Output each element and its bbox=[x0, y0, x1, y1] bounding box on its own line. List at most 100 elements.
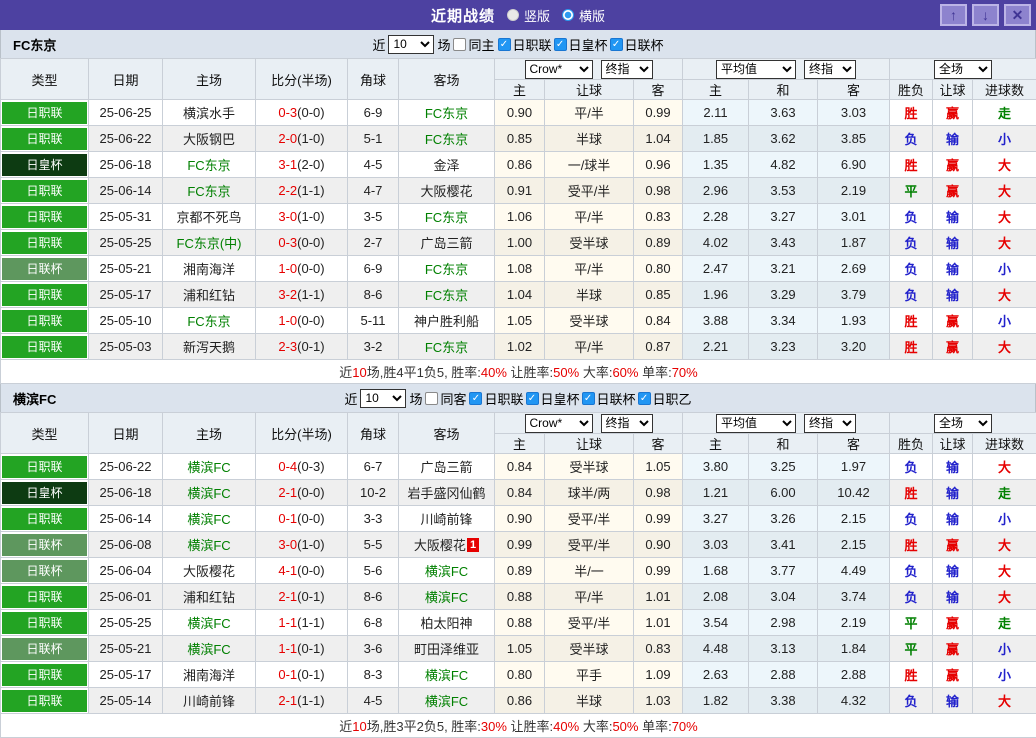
same-venue-checkbox[interactable]: 同主 bbox=[453, 35, 494, 54]
league-checkbox[interactable]: ✓日职联 bbox=[469, 389, 523, 408]
result-goals-cell: 小 bbox=[973, 636, 1036, 662]
corners-cell: 10-2 bbox=[348, 480, 399, 506]
avg-away-odds-cell: 2.15 bbox=[818, 532, 890, 558]
score-cell: 1-1(1-1) bbox=[256, 610, 348, 636]
away-team-cell: 町田泽维亚 bbox=[399, 636, 495, 662]
score-cell: 3-0(1-0) bbox=[256, 204, 348, 230]
full-time-score: 0-3 bbox=[278, 105, 297, 120]
match-row: 日联杯25-05-21湘南海洋1-0(0-0)6-9FC东京1.08平/半0.8… bbox=[1, 256, 1036, 282]
layout-radio-vertical[interactable]: 竖版 bbox=[507, 6, 550, 25]
checkbox-icon[interactable]: ✓ bbox=[638, 392, 651, 405]
odds-time-select[interactable]: 终指 bbox=[601, 60, 653, 79]
league-checkbox[interactable]: ✓日联杯 bbox=[582, 389, 636, 408]
average-time-select[interactable]: 终指 bbox=[804, 414, 856, 433]
result-handicap-cell: 赢 bbox=[933, 100, 973, 126]
radio-unselected-icon[interactable] bbox=[507, 9, 519, 21]
move-up-button[interactable]: ↑ bbox=[940, 4, 967, 26]
avg-away-odds-cell: 3.79 bbox=[818, 282, 890, 308]
league-checkbox[interactable]: ✓日皇杯 bbox=[526, 389, 580, 408]
summary-text: 近10场,胜4平1负5, 胜率:40% 让胜率:50% 大率:60% 单率:70… bbox=[1, 360, 1036, 384]
half-time-score: (0-1) bbox=[297, 667, 324, 682]
scope-select[interactable]: 全场 bbox=[934, 60, 992, 79]
move-down-button[interactable]: ↓ bbox=[972, 4, 999, 26]
recent-count-select[interactable]: 10 bbox=[360, 389, 406, 408]
crow-home-odds-cell: 0.84 bbox=[495, 454, 545, 480]
type-cell: 日职联 bbox=[1, 454, 89, 480]
checkbox-icon[interactable]: ✓ bbox=[582, 392, 595, 405]
crow-handicap-cell: 平手 bbox=[545, 662, 634, 688]
recent-count-select[interactable]: 10 bbox=[388, 35, 434, 54]
match-row: 日职联25-06-22大阪钢巴2-0(1-0)5-1FC东京0.85半球1.04… bbox=[1, 126, 1036, 152]
checkbox-icon[interactable]: ✓ bbox=[526, 392, 539, 405]
layout-radio-horizontal[interactable]: 横版 bbox=[562, 6, 605, 25]
league-checkbox-label: 日皇杯 bbox=[541, 389, 580, 408]
crow-handicap-cell: 半球 bbox=[545, 688, 634, 714]
scope-select[interactable]: 全场 bbox=[934, 414, 992, 433]
league-checkbox[interactable]: ✓日皇杯 bbox=[554, 35, 608, 54]
score-cell: 2-0(1-0) bbox=[256, 126, 348, 152]
filters: 近 10 场 同主 ✓日职联✓日皇杯✓日联杯 bbox=[372, 35, 663, 54]
average-time-select[interactable]: 终指 bbox=[804, 60, 856, 79]
sub-header-wdl: 胜负 bbox=[890, 434, 933, 454]
close-button[interactable]: ✕ bbox=[1004, 4, 1031, 26]
crow-handicap-cell: 受半球 bbox=[545, 308, 634, 334]
sub-header-odds-away: 客 bbox=[634, 434, 683, 454]
average-select[interactable]: 平均值 bbox=[716, 60, 796, 79]
match-row: 日职联25-05-14川崎前锋2-1(1-1)4-5横滨FC0.86半球1.03… bbox=[1, 688, 1036, 714]
result-wdl-cell: 胜 bbox=[890, 662, 933, 688]
home-team-cell: FC东京 bbox=[163, 308, 256, 334]
sub-header-avg-home: 主 bbox=[683, 434, 749, 454]
summary-segment: 40% bbox=[553, 719, 579, 734]
full-time-score: 0-3 bbox=[278, 235, 297, 250]
result-goals-cell: 大 bbox=[973, 230, 1036, 256]
summary-segment: 大率: bbox=[579, 365, 612, 380]
same-venue-label: 同主 bbox=[468, 35, 494, 54]
near-label: 近 bbox=[344, 389, 357, 408]
odds-time-select[interactable]: 终指 bbox=[601, 414, 653, 433]
date-cell: 25-06-25 bbox=[89, 100, 163, 126]
league-checkbox[interactable]: ✓日职乙 bbox=[638, 389, 692, 408]
checkbox-icon[interactable]: ✓ bbox=[469, 392, 482, 405]
summary-segment: 单率: bbox=[638, 719, 671, 734]
result-goals-cell: 大 bbox=[973, 334, 1036, 360]
radio-selected-icon[interactable] bbox=[562, 9, 574, 21]
full-time-score: 3-0 bbox=[278, 537, 297, 552]
layout-horizontal-label: 横版 bbox=[579, 6, 605, 25]
league-checkbox[interactable]: ✓日联杯 bbox=[610, 35, 664, 54]
league-type-badge: 日联杯 bbox=[2, 560, 87, 582]
league-type-badge: 日联杯 bbox=[2, 638, 87, 660]
avg-draw-odds-cell: 3.27 bbox=[749, 204, 818, 230]
crow-home-odds-cell: 1.04 bbox=[495, 282, 545, 308]
odds-company-select[interactable]: Crow* bbox=[525, 60, 593, 79]
col-header-home: 主场 bbox=[163, 413, 256, 454]
checkbox-icon[interactable] bbox=[425, 392, 438, 405]
corners-cell: 6-9 bbox=[348, 100, 399, 126]
away-team-name: 广岛三箭 bbox=[420, 460, 472, 475]
avg-home-odds-cell: 2.08 bbox=[683, 584, 749, 610]
checkbox-icon[interactable]: ✓ bbox=[498, 38, 511, 51]
half-time-score: (2-0) bbox=[297, 157, 324, 172]
sub-header-goals: 进球数 bbox=[973, 434, 1036, 454]
odds-company-select[interactable]: Crow* bbox=[525, 414, 593, 433]
avg-home-odds-cell: 3.80 bbox=[683, 454, 749, 480]
type-cell: 日职联 bbox=[1, 688, 89, 714]
avg-away-odds-cell: 4.49 bbox=[818, 558, 890, 584]
crow-handicap-cell: 受平/半 bbox=[545, 178, 634, 204]
result-wdl-cell: 胜 bbox=[890, 334, 933, 360]
league-type-badge: 日职联 bbox=[2, 232, 87, 254]
away-team-cell: FC东京 bbox=[399, 282, 495, 308]
match-row: 日职联25-05-10FC东京1-0(0-0)5-11神户胜利船1.05受半球0… bbox=[1, 308, 1036, 334]
crow-home-odds-cell: 0.88 bbox=[495, 584, 545, 610]
checkbox-icon[interactable]: ✓ bbox=[554, 38, 567, 51]
date-cell: 25-06-08 bbox=[89, 532, 163, 558]
checkbox-icon[interactable]: ✓ bbox=[610, 38, 623, 51]
checkbox-icon[interactable] bbox=[453, 38, 466, 51]
half-time-score: (1-1) bbox=[297, 693, 324, 708]
full-time-score: 2-2 bbox=[278, 183, 297, 198]
average-select[interactable]: 平均值 bbox=[716, 414, 796, 433]
same-venue-checkbox[interactable]: 同客 bbox=[425, 389, 466, 408]
away-team-cell: 大阪樱花 bbox=[399, 178, 495, 204]
section-header: 横滨FC 近 10 场 同客 ✓日职联✓日皇杯✓日联杯✓日职乙 bbox=[0, 384, 1036, 412]
result-goals-cell: 走 bbox=[973, 480, 1036, 506]
league-checkbox[interactable]: ✓日职联 bbox=[498, 35, 552, 54]
